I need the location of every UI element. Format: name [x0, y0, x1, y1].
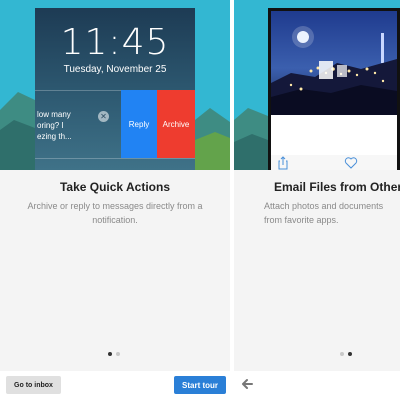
start-tour-button[interactable]: Start tour — [174, 376, 226, 394]
slide-description: Archive or reply to messages directly fr… — [27, 201, 203, 225]
reply-button[interactable]: Reply — [121, 90, 157, 158]
bottom-bar: Go to inbox Start tour — [0, 371, 400, 400]
go-to-inbox-button[interactable]: Go to inbox — [6, 376, 61, 394]
email-toolbar — [271, 155, 397, 170]
phone-email-preview — [268, 8, 400, 170]
page-indicator[interactable] — [108, 352, 120, 356]
page-dot[interactable] — [340, 352, 344, 356]
page-indicator[interactable] — [340, 352, 352, 356]
notification-preview: low many oring? I ezing th... — [37, 110, 72, 141]
page-dot[interactable] — [116, 352, 120, 356]
slide-email-files: Email Files from Other A Attach photos a… — [234, 0, 400, 400]
slide-hero — [234, 0, 400, 170]
clear-icon: ✕ — [98, 111, 109, 122]
slide-title: Email Files from Other A — [274, 180, 400, 194]
back-arrow-icon[interactable] — [240, 377, 254, 391]
heart-icon[interactable] — [344, 155, 358, 170]
notification-divider — [35, 158, 195, 159]
lock-date: Tuesday, November 25 — [63, 64, 167, 75]
city-night-photo — [271, 11, 397, 115]
slide-hero: 11:45 Tuesday, November 25 low many orin… — [0, 0, 230, 170]
page-dot[interactable] — [108, 352, 112, 356]
attached-photo — [271, 11, 397, 115]
lock-time: 11:45 — [60, 22, 170, 63]
phone-lock-screen: 11:45 Tuesday, November 25 low many orin… — [35, 8, 195, 170]
slide-description: Attach photos and documents from favorit… — [264, 201, 384, 225]
slide-quick-actions: 11:45 Tuesday, November 25 low many orin… — [0, 0, 230, 400]
archive-button[interactable]: Archive — [157, 90, 195, 158]
slide-title: Take Quick Actions — [59, 180, 171, 194]
page-dot[interactable] — [348, 352, 352, 356]
email-body — [271, 115, 397, 155]
share-icon[interactable] — [277, 155, 289, 170]
